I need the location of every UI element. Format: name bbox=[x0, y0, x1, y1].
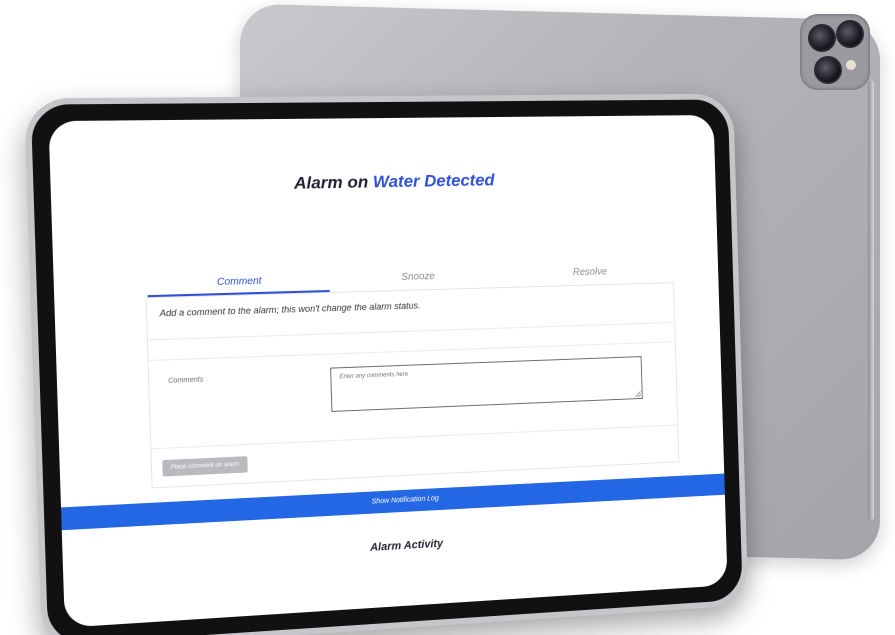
device-mockup-scene: Alarm on Water Detected Comment Snooze R… bbox=[0, 0, 895, 635]
alarm-subject: Water Detected bbox=[372, 170, 495, 192]
comments-field[interactable] bbox=[330, 356, 643, 412]
comments-label: Comments bbox=[168, 376, 204, 385]
panel-divider bbox=[151, 424, 678, 450]
resize-grip-icon[interactable] bbox=[635, 391, 641, 398]
comment-panel: Add a comment to the alarm; this won't c… bbox=[145, 283, 680, 489]
tablet-front-device: Alarm on Water Detected Comment Snooze R… bbox=[24, 93, 749, 635]
panel-description: Add a comment to the alarm; this won't c… bbox=[159, 300, 421, 319]
alarm-activity-heading: Alarm Activity bbox=[369, 537, 444, 554]
panel-divider bbox=[147, 321, 675, 341]
page-title-prefix: Alarm on bbox=[293, 172, 369, 193]
page-title: Alarm on Water Detected bbox=[50, 167, 715, 198]
place-comment-button[interactable]: Place comment on alarm bbox=[162, 456, 248, 477]
tablet-screen: Alarm on Water Detected Comment Snooze R… bbox=[48, 115, 728, 628]
front-tablet-wrapper: Alarm on Water Detected Comment Snooze R… bbox=[0, 0, 895, 635]
